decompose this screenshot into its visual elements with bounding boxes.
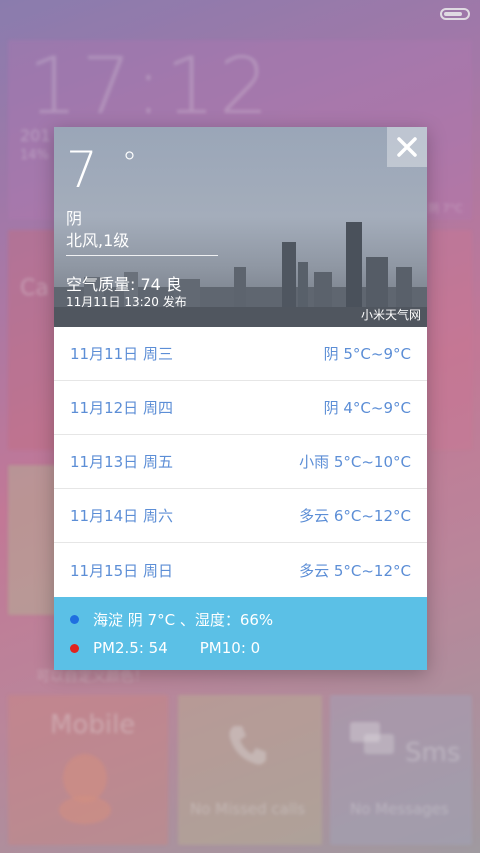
pm25-value: PM2.5: 54 [93, 639, 168, 657]
forecast-summary: 多云 6°C~12°C [299, 507, 411, 525]
wind-info: 北风,1级 [66, 231, 130, 250]
forecast-row: 11月15日 周日 多云 5°C~12°C [54, 543, 427, 597]
forecast-list: 11月11日 周三 阴 5°C~9°C 11月12日 周四 阴 4°C~9°C … [54, 327, 427, 597]
temperature-unit: ° [122, 146, 137, 181]
forecast-date: 11月11日 周三 [70, 345, 173, 363]
forecast-summary: 小雨 5°C~10°C [299, 453, 411, 471]
forecast-row: 11月14日 周六 多云 6°C~12°C [54, 489, 427, 543]
forecast-row: 11月13日 周五 小雨 5°C~10°C [54, 435, 427, 489]
air-quality: 空气质量: 74 良 [66, 275, 182, 294]
close-button[interactable] [387, 127, 427, 167]
current-temperature: 7 [66, 141, 98, 199]
forecast-date: 11月12日 周四 [70, 399, 173, 417]
pm-row: PM2.5: 54 PM10: 0 [70, 639, 260, 657]
pm10-value: PM10: 0 [199, 639, 261, 657]
red-dot-icon [70, 643, 79, 653]
weather-hero: 7 ° 阴 北风,1级 空气质量: 74 良 11月11日 13:20 发布 小… [54, 127, 427, 327]
forecast-row: 11月11日 周三 阴 5°C~9°C [54, 327, 427, 381]
forecast-date: 11月13日 周五 [70, 453, 173, 471]
forecast-summary: 多云 5°C~12°C [299, 561, 411, 580]
data-source[interactable]: 小米天气网 [361, 306, 421, 323]
close-icon [397, 137, 417, 157]
divider [66, 255, 218, 256]
blue-dot-icon [70, 615, 79, 624]
location-row: 海淀 阴 7°C 、湿度：66% [70, 609, 273, 630]
local-conditions-footer: 海淀 阴 7°C 、湿度：66% PM2.5: 54 PM10: 0 [54, 597, 427, 670]
forecast-date: 11月15日 周日 [70, 561, 173, 580]
location-conditions: 海淀 阴 7°C 、湿度：66% [93, 611, 274, 629]
publish-time: 11月11日 13:20 发布 [66, 295, 187, 309]
forecast-row: 11月12日 周四 阴 4°C~9°C [54, 381, 427, 435]
current-condition: 阴 [66, 209, 83, 228]
forecast-summary: 阴 5°C~9°C [323, 345, 411, 363]
weather-dialog: 7 ° 阴 北风,1级 空气质量: 74 良 11月11日 13:20 发布 小… [54, 127, 427, 670]
forecast-summary: 阴 4°C~9°C [323, 399, 411, 417]
forecast-date: 11月14日 周六 [70, 507, 173, 525]
